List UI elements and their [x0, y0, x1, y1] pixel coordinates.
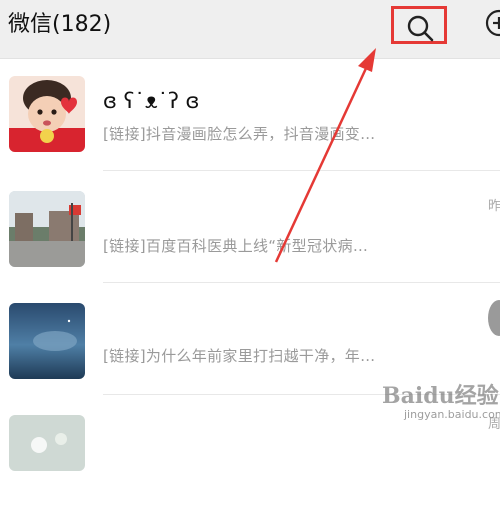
avatar: [9, 76, 85, 152]
avatar: [9, 303, 85, 379]
search-icon: [407, 15, 434, 42]
chat-name-redacted: [98, 301, 148, 321]
chat-time: 昨: [488, 199, 500, 214]
chat-item[interactable]: [链接]百度百科医典上线“新型冠状病… 昨: [0, 171, 500, 283]
chat-preview: [链接]抖音漫画脸怎么弄，抖音漫画变…: [103, 125, 376, 143]
avatar: [9, 415, 85, 471]
search-button[interactable]: [391, 6, 447, 44]
watermark: Baidu经验 jingyan.baidu.com: [360, 378, 500, 432]
page-title: 微信(182): [8, 12, 112, 37]
chat-name-redacted: [98, 419, 188, 433]
top-bar: 微信(182): [0, 0, 500, 59]
chat-item[interactable]: ɞ ʕ˙ᴥ˙ʔ ɞ [链接]抖音漫画脸怎么弄，抖音漫画变…: [0, 59, 500, 171]
chat-preview: [链接]为什么年前家里打扫越干净，年…: [103, 347, 376, 365]
watermark-brand: Baidu经验: [382, 383, 499, 409]
chat-name: ɞ ʕ˙ᴥ˙ʔ ɞ: [103, 89, 200, 113]
chat-preview: [链接]百度百科医典上线“新型冠状病…: [103, 237, 369, 255]
avatar: [9, 191, 85, 267]
chat-name-redacted: [98, 193, 168, 215]
plus-circle-icon[interactable]: [484, 8, 500, 38]
watermark-url: jingyan.baidu.com: [404, 408, 500, 421]
